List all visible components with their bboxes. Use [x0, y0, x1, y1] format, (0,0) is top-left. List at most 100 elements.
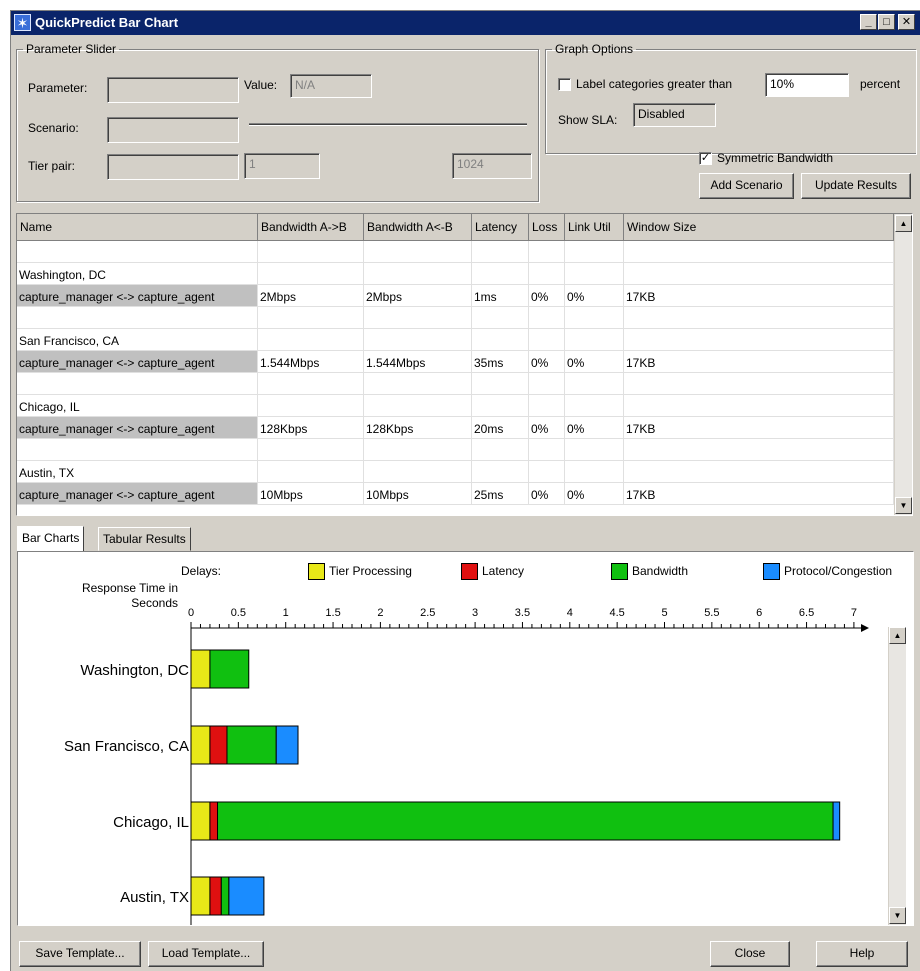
blank-cell[interactable]: [17, 307, 258, 329]
table-cell[interactable]: 0%: [529, 483, 565, 505]
label-categories-checkbox[interactable]: [558, 78, 571, 91]
blank-cell[interactable]: [258, 461, 364, 483]
table-cell[interactable]: 128Kbps: [364, 417, 472, 439]
blank-cell[interactable]: [529, 439, 565, 461]
blank-cell[interactable]: [529, 263, 565, 285]
link-name-cell[interactable]: capture_manager <-> capture_agent: [17, 417, 258, 439]
blank-cell[interactable]: [472, 307, 529, 329]
location-cell[interactable]: San Francisco, CA: [17, 329, 258, 351]
table-cell[interactable]: 17KB: [624, 417, 894, 439]
blank-cell[interactable]: [472, 373, 529, 395]
chart-scroll-up-button[interactable]: ▲: [889, 627, 906, 644]
location-cell[interactable]: Austin, TX: [17, 461, 258, 483]
column-header[interactable]: Bandwidth A<-B: [364, 214, 472, 241]
column-header[interactable]: Latency: [472, 214, 529, 241]
table-cell[interactable]: 35ms: [472, 351, 529, 373]
tab-bar-charts[interactable]: Bar Charts: [17, 526, 85, 552]
blank-cell[interactable]: [565, 307, 624, 329]
parameter-field[interactable]: [107, 77, 239, 103]
table-cell[interactable]: 17KB: [624, 351, 894, 373]
link-name-cell[interactable]: capture_manager <-> capture_agent: [17, 351, 258, 373]
column-header[interactable]: Bandwidth A->B: [258, 214, 364, 241]
blank-cell[interactable]: [364, 439, 472, 461]
tier-pair-field[interactable]: [107, 154, 239, 180]
blank-cell[interactable]: [17, 439, 258, 461]
blank-cell[interactable]: [364, 263, 472, 285]
table-cell[interactable]: 0%: [565, 285, 624, 307]
blank-cell[interactable]: [472, 329, 529, 351]
symmetric-bandwidth-checkbox[interactable]: ✓: [699, 152, 712, 165]
blank-cell[interactable]: [258, 395, 364, 417]
blank-cell[interactable]: [529, 461, 565, 483]
blank-cell[interactable]: [529, 329, 565, 351]
blank-cell[interactable]: [472, 461, 529, 483]
table-scrollbar[interactable]: ▲ ▼: [894, 214, 912, 515]
blank-cell[interactable]: [529, 395, 565, 417]
blank-cell[interactable]: [472, 241, 529, 263]
table-cell[interactable]: 0%: [565, 351, 624, 373]
label-categories-input[interactable]: 10%: [765, 73, 849, 97]
column-header[interactable]: Name: [17, 214, 258, 241]
table-cell[interactable]: 0%: [529, 351, 565, 373]
blank-cell[interactable]: [565, 439, 624, 461]
blank-cell[interactable]: [364, 373, 472, 395]
blank-cell[interactable]: [472, 395, 529, 417]
save-template-button[interactable]: Save Template...: [19, 941, 141, 967]
blank-cell[interactable]: [565, 373, 624, 395]
title-bar[interactable]: ✶ QuickPredict Bar Chart _ □ ✕: [11, 11, 920, 35]
blank-cell[interactable]: [364, 395, 472, 417]
blank-cell[interactable]: [258, 373, 364, 395]
column-header[interactable]: Link Util: [565, 214, 624, 241]
blank-cell[interactable]: [624, 461, 894, 483]
blank-cell[interactable]: [624, 395, 894, 417]
slider-max-field[interactable]: 1024: [452, 153, 532, 179]
table-cell[interactable]: 0%: [529, 285, 565, 307]
blank-cell[interactable]: [565, 241, 624, 263]
table-cell[interactable]: 128Kbps: [258, 417, 364, 439]
blank-cell[interactable]: [258, 329, 364, 351]
blank-cell[interactable]: [258, 307, 364, 329]
blank-cell[interactable]: [17, 373, 258, 395]
chart-scroll-down-button[interactable]: ▼: [889, 907, 906, 924]
blank-cell[interactable]: [565, 329, 624, 351]
scroll-up-button[interactable]: ▲: [895, 215, 912, 232]
table-cell[interactable]: 1ms: [472, 285, 529, 307]
blank-cell[interactable]: [364, 241, 472, 263]
close-button[interactable]: Close: [710, 941, 790, 967]
blank-cell[interactable]: [364, 461, 472, 483]
table-cell[interactable]: 1.544Mbps: [364, 351, 472, 373]
minimize-button[interactable]: _: [860, 14, 877, 30]
table-cell[interactable]: 25ms: [472, 483, 529, 505]
location-cell[interactable]: Chicago, IL: [17, 395, 258, 417]
blank-cell[interactable]: [565, 461, 624, 483]
slider-min-field[interactable]: 1: [244, 153, 320, 179]
table-cell[interactable]: 2Mbps: [258, 285, 364, 307]
blank-cell[interactable]: [624, 263, 894, 285]
blank-cell[interactable]: [17, 241, 258, 263]
blank-cell[interactable]: [624, 439, 894, 461]
table-cell[interactable]: 10Mbps: [258, 483, 364, 505]
chart-scrollbar[interactable]: ▲ ▼: [888, 627, 906, 925]
table-cell[interactable]: 0%: [529, 417, 565, 439]
parameter-slider-track[interactable]: [249, 123, 527, 126]
tab-tabular-results[interactable]: Tabular Results: [98, 527, 191, 551]
column-header[interactable]: Window Size: [624, 214, 894, 241]
scenario-field[interactable]: [107, 117, 239, 143]
table-cell[interactable]: 2Mbps: [364, 285, 472, 307]
table-cell[interactable]: 0%: [565, 483, 624, 505]
maximize-button[interactable]: □: [878, 14, 895, 30]
table-cell[interactable]: 20ms: [472, 417, 529, 439]
table-cell[interactable]: 17KB: [624, 483, 894, 505]
blank-cell[interactable]: [624, 329, 894, 351]
blank-cell[interactable]: [529, 241, 565, 263]
table-cell[interactable]: 0%: [565, 417, 624, 439]
update-results-button[interactable]: Update Results: [801, 173, 911, 199]
table-cell[interactable]: 1.544Mbps: [258, 351, 364, 373]
blank-cell[interactable]: [258, 439, 364, 461]
blank-cell[interactable]: [624, 373, 894, 395]
blank-cell[interactable]: [364, 307, 472, 329]
blank-cell[interactable]: [529, 307, 565, 329]
blank-cell[interactable]: [565, 395, 624, 417]
blank-cell[interactable]: [258, 241, 364, 263]
close-window-button[interactable]: ✕: [898, 14, 915, 30]
